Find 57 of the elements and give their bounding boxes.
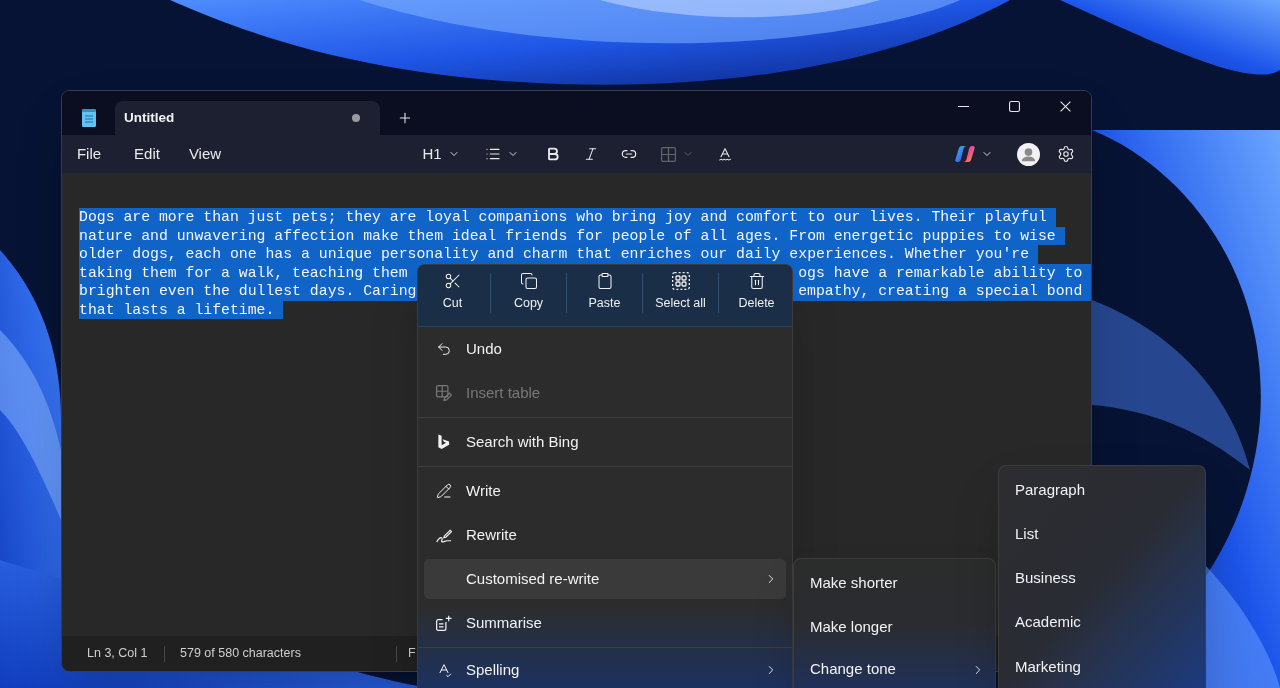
menu-item[interactable]: Make longer xyxy=(798,607,991,647)
scissors-icon xyxy=(443,272,462,290)
text-fragment: ogs have a remarkable ability to xyxy=(798,263,1084,282)
status-text: F xyxy=(408,645,416,663)
table-pencil-icon xyxy=(436,385,452,401)
menu-item[interactable]: Make shorter xyxy=(798,563,991,603)
colorful-logo-icon xyxy=(955,145,975,163)
copy-icon xyxy=(519,272,538,290)
undo-icon xyxy=(436,341,452,357)
minimize-icon xyxy=(958,105,969,107)
menu-item[interactable]: List xyxy=(1003,514,1201,554)
settings-icon xyxy=(1057,145,1075,163)
menu-button[interactable]: Edit xyxy=(123,139,171,169)
menu-item[interactable]: Search with Bing xyxy=(424,422,786,462)
menu-item[interactable]: Paragraph xyxy=(1003,470,1201,510)
status-text: 579 of 580 characters xyxy=(180,645,301,663)
trash-icon xyxy=(747,272,766,290)
menu-item[interactable]: Change tone xyxy=(798,651,991,688)
menu-item[interactable]: Rewrite xyxy=(424,515,786,555)
clipboard-icon xyxy=(595,272,614,290)
notepad-icon xyxy=(81,109,96,127)
menu-item[interactable]: Undo xyxy=(424,329,786,369)
menu-item[interactable]: Customised re-write xyxy=(424,559,786,599)
menu-item[interactable]: Marketing xyxy=(1003,646,1201,688)
spell-check-icon xyxy=(436,662,452,678)
document-tab[interactable]: Untitled xyxy=(115,101,380,135)
text-fragment: brighten even the dullest days. Caring xyxy=(79,282,417,301)
status-text: Ln 3, Col 1 xyxy=(87,645,148,663)
menu-item[interactable]: Academic xyxy=(1003,602,1201,642)
document-sparkle-icon xyxy=(436,615,452,631)
pencil-icon xyxy=(436,483,452,499)
dashed-grid-icon xyxy=(671,272,690,290)
heading-dropdown[interactable]: H1 xyxy=(416,139,466,169)
text-fragment: taking them for a walk, teaching them xyxy=(79,263,408,282)
quick-action-button[interactable]: Delete xyxy=(722,268,791,320)
table-icon xyxy=(660,146,676,162)
spell-check-icon xyxy=(717,146,733,162)
quick-action-button[interactable]: Paste xyxy=(570,268,639,320)
menu-item[interactable]: Spelling xyxy=(424,652,786,688)
bold-icon xyxy=(545,146,561,162)
menu-button[interactable]: View xyxy=(181,139,229,169)
logo-icon xyxy=(436,434,452,450)
close-icon xyxy=(1060,100,1071,112)
menu-button[interactable]: File xyxy=(65,139,113,169)
quick-action-button[interactable]: Copy xyxy=(494,268,563,320)
quick-action-button[interactable]: Cut xyxy=(418,268,487,320)
text-fragment: empathy, creating a special bond xyxy=(798,282,1084,301)
list-icon xyxy=(485,146,501,162)
menu-item[interactable]: Summarise xyxy=(424,603,786,643)
plus-icon xyxy=(397,110,413,126)
maximize-icon xyxy=(1009,100,1020,112)
pen-squiggle-icon xyxy=(436,527,452,543)
quick-action-button[interactable]: Select all xyxy=(646,268,715,320)
avatar-icon xyxy=(1016,142,1040,166)
menu-item[interactable]: Business xyxy=(1003,558,1201,598)
menu-item[interactable]: Write xyxy=(424,471,786,511)
italic-icon xyxy=(583,146,599,162)
